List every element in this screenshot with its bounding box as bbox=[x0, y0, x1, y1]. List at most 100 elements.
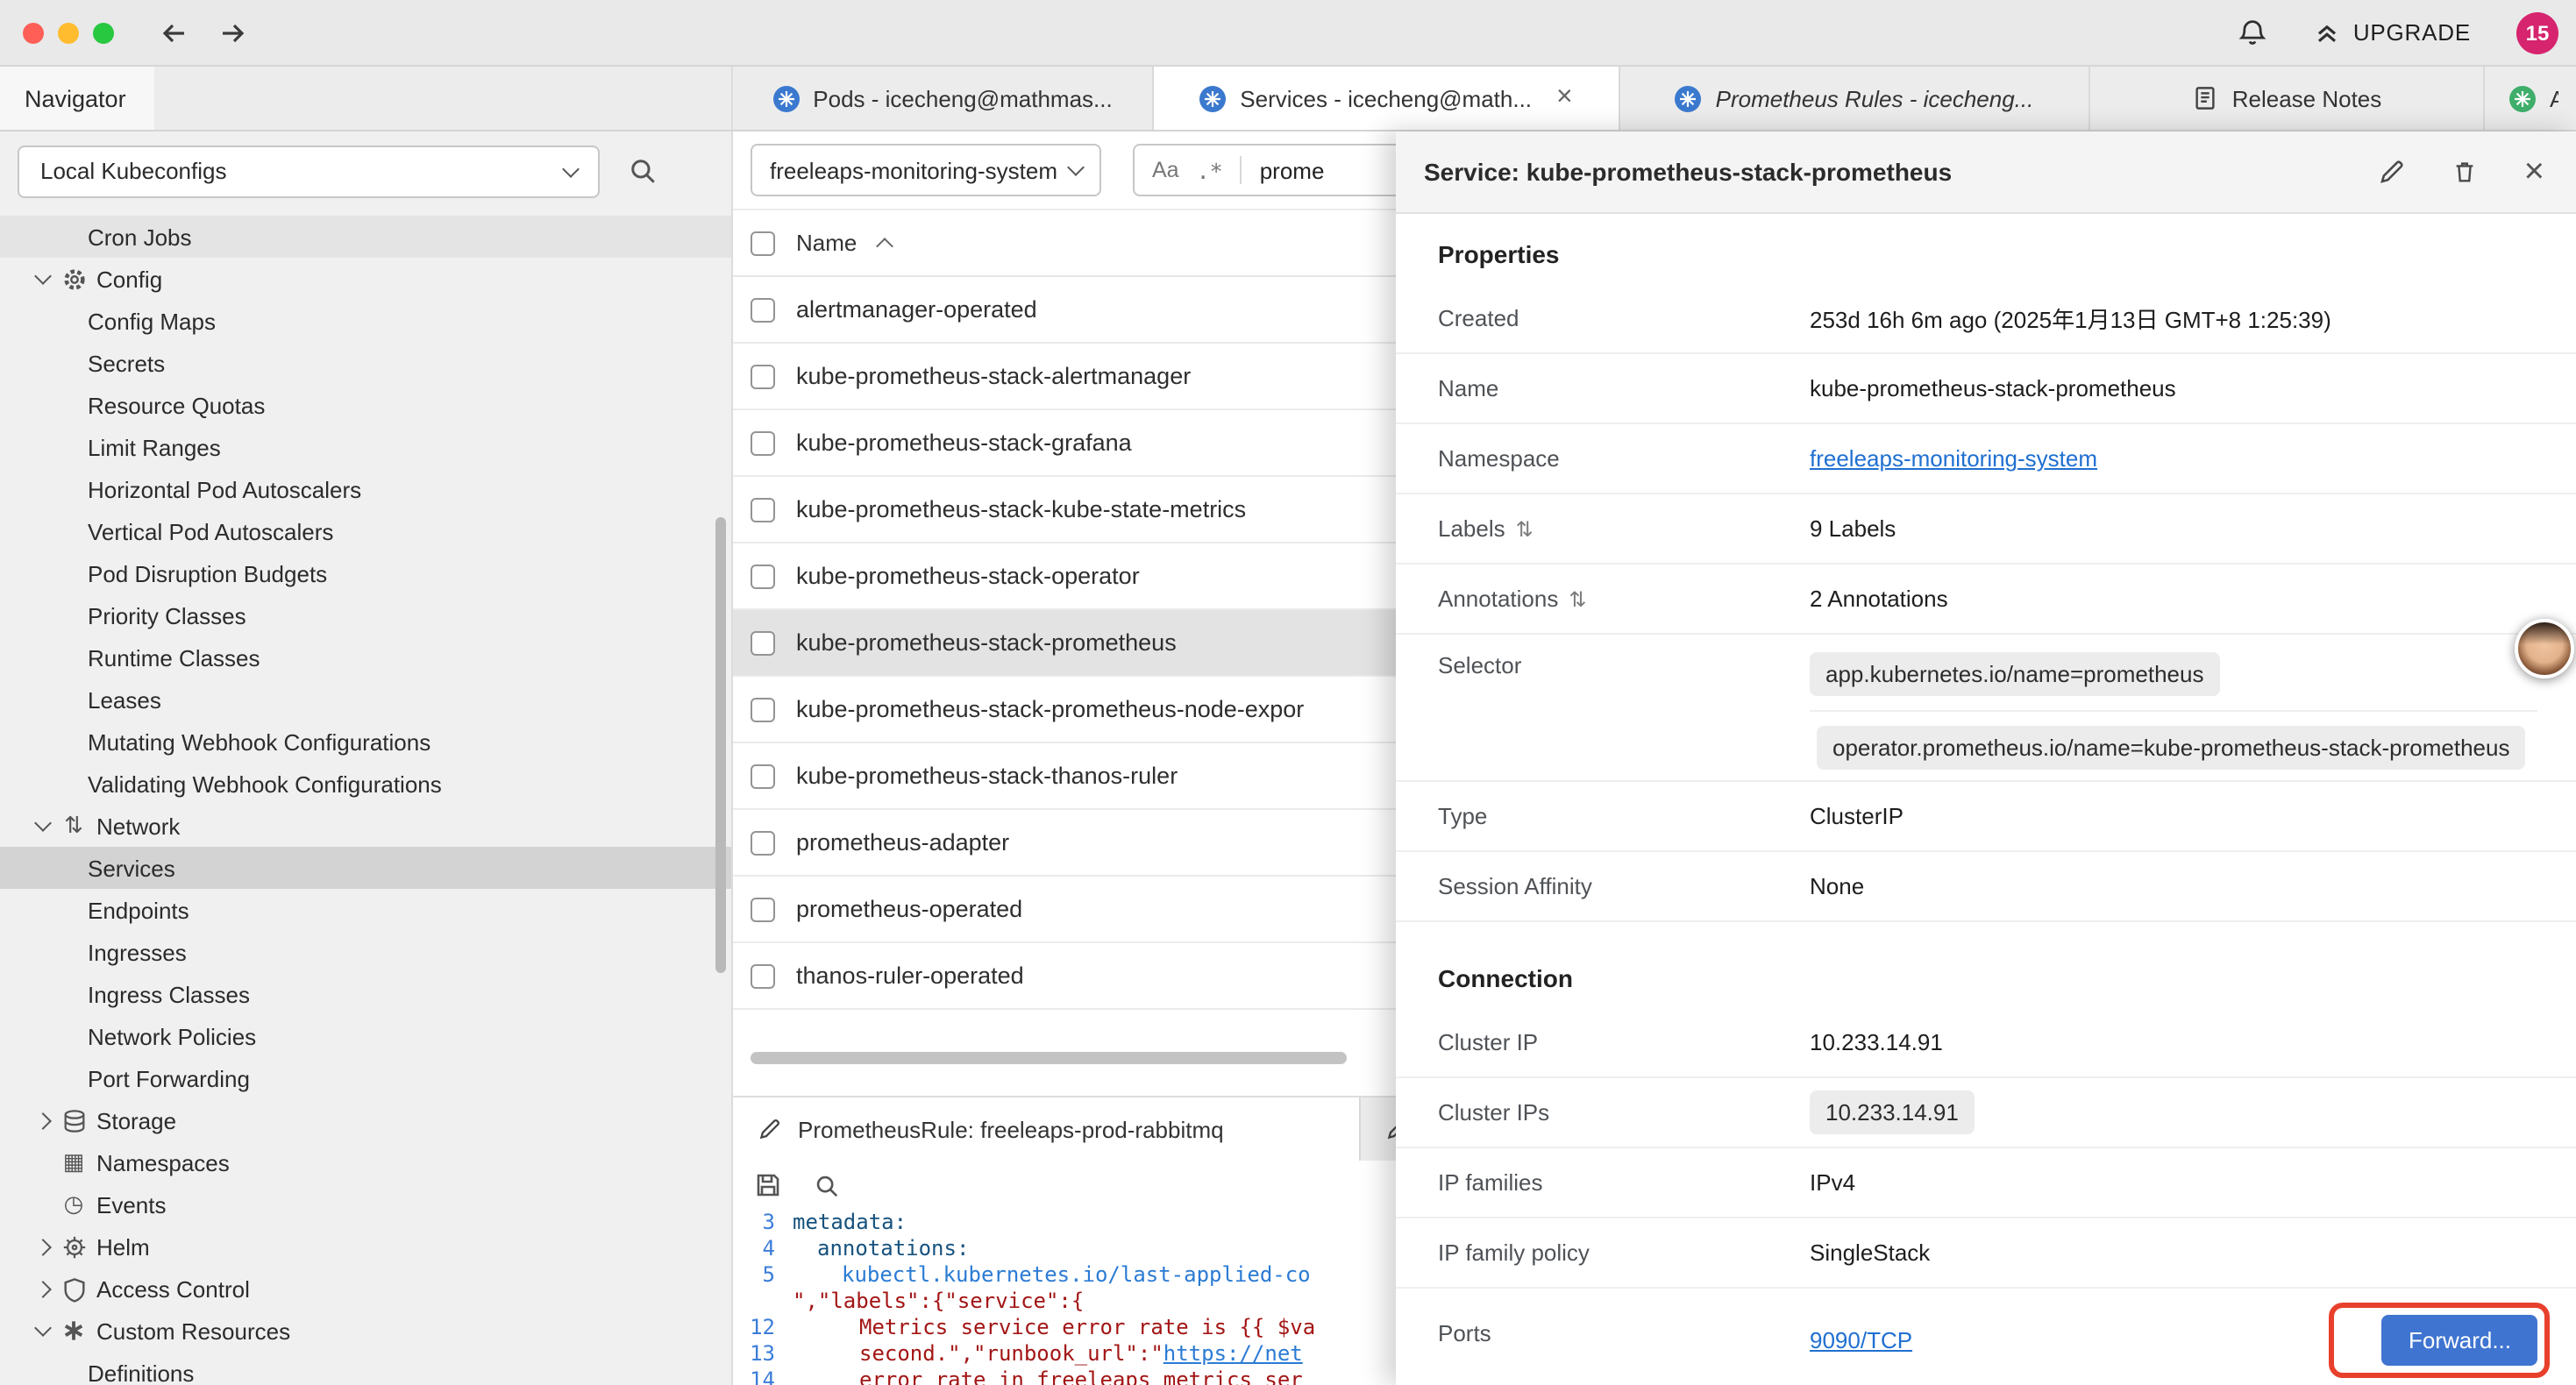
tab-services[interactable]: Services - icecheng@math... × bbox=[1154, 67, 1620, 130]
sidebar-item-definitions[interactable]: Definitions bbox=[0, 1352, 731, 1385]
row-checkbox[interactable] bbox=[751, 564, 775, 588]
sidebar-item-network[interactable]: ⇅ Network bbox=[0, 805, 731, 847]
sidebar-item-validating-webhook-configurations[interactable]: Validating Webhook Configurations bbox=[0, 763, 731, 805]
helm-wheel-icon bbox=[56, 1233, 91, 1260]
sort-ascending-icon bbox=[875, 237, 893, 254]
match-case-toggle[interactable]: Aa bbox=[1152, 158, 1179, 182]
edit-resource-icon[interactable] bbox=[2379, 158, 2407, 186]
namespace-selector[interactable]: freeleaps-monitoring-system bbox=[751, 144, 1101, 196]
table-row[interactable]: kube-prometheus-stack-kube-state-metrics bbox=[733, 477, 1396, 543]
dock-tab-partial[interactable] bbox=[1361, 1097, 1396, 1161]
sidebar-item-leases[interactable]: Leases bbox=[0, 678, 731, 721]
avatar[interactable] bbox=[2515, 619, 2574, 678]
sidebar-item-events[interactable]: ◷ Events bbox=[0, 1183, 731, 1225]
tab-prometheus-rules[interactable]: Prometheus Rules - icecheng... bbox=[1620, 67, 2090, 130]
sidebar-item-ingress-classes[interactable]: Ingress Classes bbox=[0, 973, 731, 1015]
row-checkbox[interactable] bbox=[751, 830, 775, 855]
namespace-link[interactable]: freeleaps-monitoring-system bbox=[1810, 445, 2097, 472]
editor-search-icon[interactable] bbox=[814, 1172, 840, 1198]
sidebar-item-ingresses[interactable]: Ingresses bbox=[0, 931, 731, 973]
ports-label: Ports bbox=[1438, 1306, 1810, 1346]
select-all-checkbox[interactable] bbox=[751, 231, 775, 255]
table-row-selected[interactable]: kube-prometheus-stack-prometheus bbox=[733, 610, 1396, 677]
events-clock-icon: ◷ bbox=[56, 1190, 91, 1218]
name-column-header[interactable]: Name bbox=[796, 230, 857, 256]
sidebar-item-limit-ranges[interactable]: Limit Ranges bbox=[0, 426, 731, 468]
row-checkbox[interactable] bbox=[751, 430, 775, 455]
sidebar-item-port-forwarding[interactable]: Port Forwarding bbox=[0, 1057, 731, 1099]
forward-button[interactable] bbox=[217, 18, 247, 46]
upgrade-button[interactable]: UPGRADE bbox=[2313, 18, 2471, 46]
row-checkbox[interactable] bbox=[751, 364, 775, 388]
port-link-9090[interactable]: 9090/TCP bbox=[1810, 1326, 1912, 1353]
sidebar-item-resource-quotas[interactable]: Resource Quotas bbox=[0, 384, 731, 426]
sidebar-item-priority-classes[interactable]: Priority Classes bbox=[0, 594, 731, 636]
window-controls bbox=[23, 22, 114, 43]
row-checkbox[interactable] bbox=[751, 297, 775, 322]
row-checkbox[interactable] bbox=[751, 963, 775, 988]
sidebar-item-mutating-webhook-configurations[interactable]: Mutating Webhook Configurations bbox=[0, 721, 731, 763]
sidebar-item-endpoints[interactable]: Endpoints bbox=[0, 889, 731, 931]
sidebar-item-vertical-pod-autoscalers[interactable]: Vertical Pod Autoscalers bbox=[0, 510, 731, 552]
save-icon[interactable] bbox=[754, 1171, 782, 1199]
window-zoom-button[interactable] bbox=[93, 22, 114, 43]
row-checkbox[interactable] bbox=[751, 897, 775, 921]
table-row[interactable]: kube-prometheus-stack-alertmanager bbox=[733, 344, 1396, 410]
back-button[interactable] bbox=[160, 18, 189, 46]
notification-count-badge[interactable]: 15 bbox=[2516, 11, 2558, 53]
sidebar-item-cron-jobs[interactable]: Cron Jobs bbox=[0, 216, 731, 258]
dock-tab-prometheusrule[interactable]: PrometheusRule: freeleaps-prod-rabbitmq bbox=[733, 1097, 1361, 1161]
code-line: kubectl.kubernetes.io/last-applied-co bbox=[793, 1262, 1311, 1289]
notifications-bell-icon[interactable] bbox=[2238, 18, 2267, 47]
window-close-button[interactable] bbox=[23, 22, 44, 43]
sidebar-item-services[interactable]: Services bbox=[0, 847, 731, 889]
tab-argo[interactable]: Argo Se bbox=[2485, 67, 2576, 130]
sidebar-item-namespaces[interactable]: ▦ Namespaces bbox=[0, 1141, 731, 1183]
table-row[interactable]: thanos-ruler-operated bbox=[733, 943, 1396, 1010]
sidebar-scrollbar[interactable] bbox=[715, 517, 726, 973]
expand-updown-icon[interactable]: ⇅ bbox=[1569, 586, 1586, 611]
tab-pods[interactable]: Pods - icecheng@mathmas... bbox=[733, 67, 1154, 130]
row-checkbox[interactable] bbox=[751, 497, 775, 522]
sidebar-search-icon[interactable] bbox=[628, 156, 658, 186]
tab-label: Pods - icecheng@mathmas... bbox=[813, 85, 1112, 111]
dock-tab-bar: PrometheusRule: freeleaps-prod-rabbitmq bbox=[733, 1096, 1396, 1161]
window-minimize-button[interactable] bbox=[58, 22, 79, 43]
namespace-row: Namespace freeleaps-monitoring-system bbox=[1396, 424, 2576, 494]
kubeconfig-selector[interactable]: Local Kubeconfigs bbox=[18, 145, 600, 197]
row-checkbox[interactable] bbox=[751, 697, 775, 721]
sidebar-item-horizontal-pod-autoscalers[interactable]: Horizontal Pod Autoscalers bbox=[0, 468, 731, 510]
close-tab-icon[interactable]: × bbox=[1556, 84, 1573, 112]
horizontal-scrollbar[interactable] bbox=[751, 1052, 1347, 1064]
close-drawer-icon[interactable]: × bbox=[2524, 154, 2544, 189]
sidebar-item-config-maps[interactable]: Config Maps bbox=[0, 300, 731, 342]
code-line: annotations: bbox=[793, 1236, 969, 1262]
titlebar: UPGRADE 15 bbox=[0, 0, 2576, 67]
table-row[interactable]: prometheus-operated bbox=[733, 877, 1396, 943]
table-row[interactable]: kube-prometheus-stack-operator bbox=[733, 543, 1396, 610]
name-value: kube-prometheus-stack-prometheus bbox=[1810, 375, 2176, 401]
table-row[interactable]: alertmanager-operated bbox=[733, 277, 1396, 344]
sidebar-item-runtime-classes[interactable]: Runtime Classes bbox=[0, 636, 731, 678]
forward-button[interactable]: Forward... bbox=[2382, 1314, 2537, 1365]
regex-toggle[interactable]: .* bbox=[1197, 157, 1223, 183]
sidebar-item-custom-resources[interactable]: ∗ Custom Resources bbox=[0, 1310, 731, 1352]
table-row[interactable]: kube-prometheus-stack-thanos-ruler bbox=[733, 743, 1396, 810]
table-search-input[interactable]: Aa .* prome bbox=[1133, 144, 1396, 196]
row-checkbox[interactable] bbox=[751, 630, 775, 655]
sidebar-item-config[interactable]: Config bbox=[0, 258, 731, 300]
sidebar-item-secrets[interactable]: Secrets bbox=[0, 342, 731, 384]
table-row[interactable]: kube-prometheus-stack-grafana bbox=[733, 410, 1396, 477]
sidebar-item-network-policies[interactable]: Network Policies bbox=[0, 1015, 731, 1057]
table-row[interactable]: kube-prometheus-stack-prometheus-node-ex… bbox=[733, 677, 1396, 743]
tab-release-notes[interactable]: Release Notes bbox=[2090, 67, 2485, 130]
sidebar-item-storage[interactable]: Storage bbox=[0, 1099, 731, 1141]
expand-updown-icon[interactable]: ⇅ bbox=[1516, 516, 1534, 541]
row-checkbox[interactable] bbox=[751, 764, 775, 788]
delete-resource-icon[interactable] bbox=[2452, 158, 2479, 186]
sidebar-item-access-control[interactable]: Access Control bbox=[0, 1268, 731, 1310]
sidebar-item-pod-disruption-budgets[interactable]: Pod Disruption Budgets bbox=[0, 552, 731, 594]
sidebar-item-helm[interactable]: Helm bbox=[0, 1225, 731, 1268]
table-row[interactable]: prometheus-adapter bbox=[733, 810, 1396, 877]
yaml-editor[interactable]: 3metadata: 4annotations: 5kubectl.kubern… bbox=[733, 1210, 1396, 1385]
